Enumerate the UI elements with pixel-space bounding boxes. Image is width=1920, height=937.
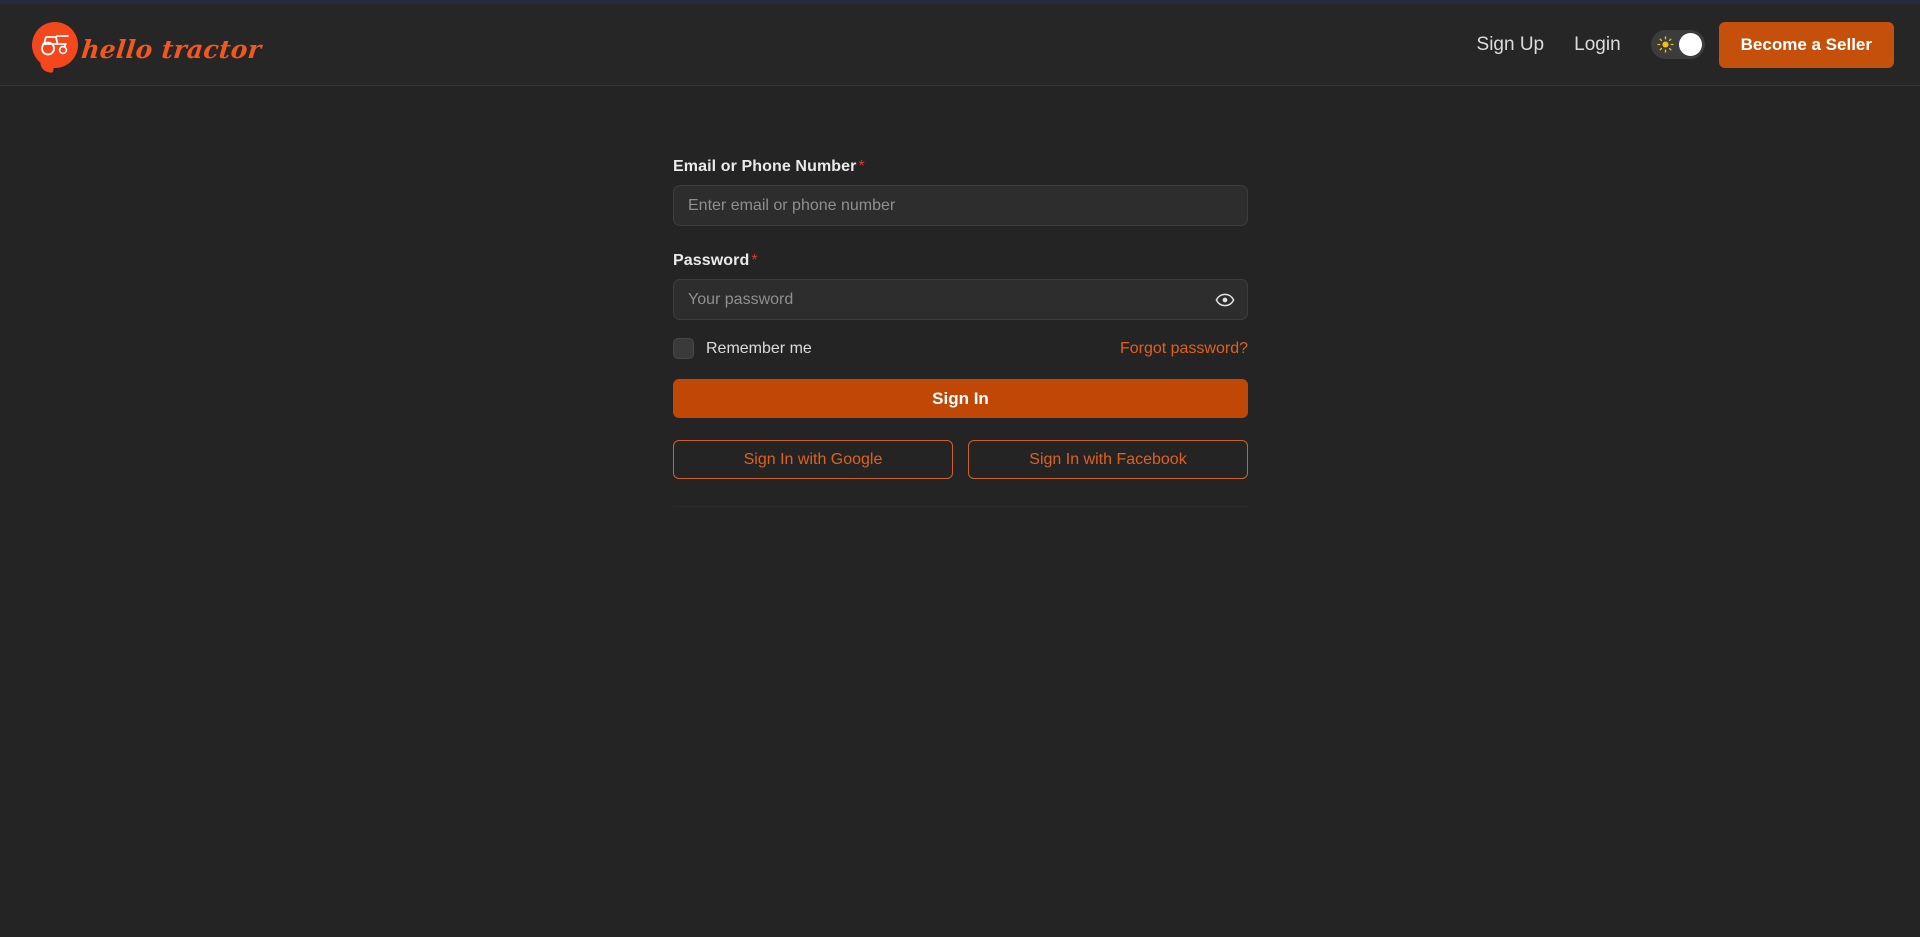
sign-in-google-button[interactable]: Sign In with Google [673,440,953,479]
sign-in-facebook-button[interactable]: Sign In with Facebook [968,440,1248,479]
remember-me-checkbox[interactable] [673,338,694,359]
login-link[interactable]: Login [1562,28,1633,62]
password-field-group: Password * [673,252,1248,320]
email-required-asterisk: * [858,158,865,175]
toggle-password-visibility-button[interactable] [1214,289,1236,311]
password-required-asterisk: * [751,252,758,269]
email-field-group: Email or Phone Number * [673,158,1248,226]
theme-toggle-knob [1678,33,1702,56]
site-header: hello tractor Sign Up Login Become a Sel… [0,4,1920,86]
email-input[interactable] [673,185,1248,226]
eye-icon [1215,293,1235,306]
remember-row: Remember me Forgot password? [673,338,1248,359]
forgot-password-link[interactable]: Forgot password? [1120,340,1248,358]
login-form: Email or Phone Number* Password* [673,158,1248,507]
become-a-seller-button[interactable]: Become a Seller [1718,21,1894,68]
password-field-label: Password * [673,252,1248,270]
sign-up-link[interactable]: Sign Up [1465,28,1557,62]
browser-top-strip [0,0,1920,4]
social-sign-in-row: Sign In with Google Sign In with Faceboo… [673,440,1248,479]
sun-icon [1656,36,1674,53]
sign-in-button[interactable]: Sign In [673,379,1248,418]
password-input[interactable] [673,279,1248,320]
tractor-speech-bubble-icon [32,21,78,73]
email-field-label: Email or Phone Number * [673,158,1248,176]
remember-me-label[interactable]: Remember me [706,340,812,358]
brand-logo[interactable]: hello tractor [32,14,263,76]
brand-wordmark: hello tractor [79,35,263,64]
main-content: Email or Phone Number* Password* [0,87,1920,937]
theme-toggle-switch[interactable] [1650,30,1705,59]
form-bottom-divider [673,506,1248,507]
password-label-text: Password [673,252,750,269]
header-actions: Sign Up Login Become a Seller [1465,21,1894,68]
email-label-text: Email or Phone Number [673,158,857,175]
